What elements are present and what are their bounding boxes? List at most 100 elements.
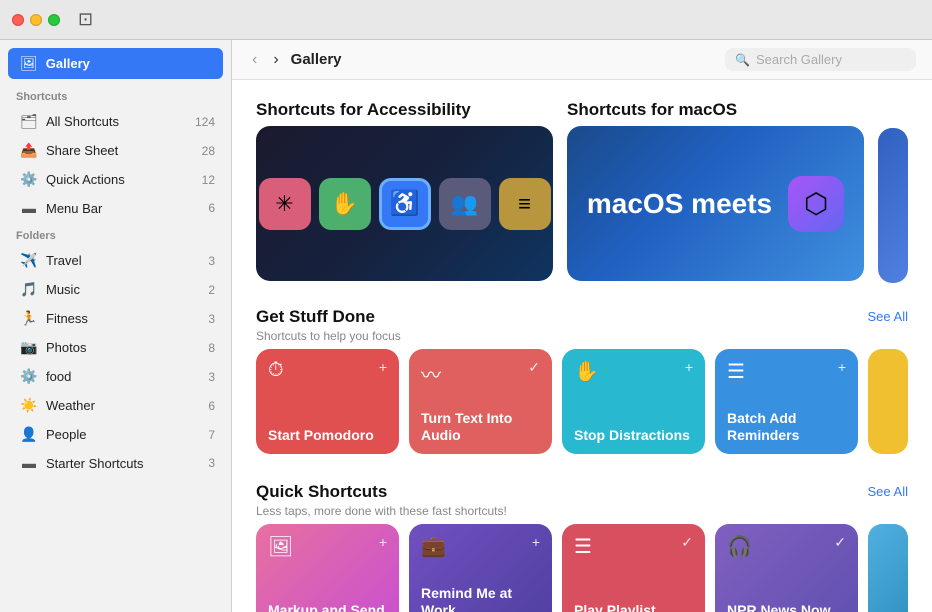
play-playlist-icon: ☰ [574, 534, 592, 559]
remind-work-title: Remind Me at Work [421, 585, 540, 612]
card-stop-distractions[interactable]: ✋ + Stop Distractions [562, 349, 705, 454]
weather-count: 6 [208, 399, 215, 413]
fitness-icon: 🏃 [20, 310, 38, 327]
get-stuff-done-see-all[interactable]: See All [868, 307, 908, 324]
accessibility-icons: ✳ ✋ ♿ 👥 ≡ [259, 178, 551, 230]
get-stuff-done-section: Get Stuff Done Shortcuts to help you foc… [256, 307, 908, 454]
sidebar-item-food[interactable]: ⚙️ food 3 [4, 363, 227, 390]
fitness-count: 3 [208, 312, 215, 326]
all-shortcuts-icon: 🗂 [20, 113, 38, 130]
npr-icon: 🎧 [727, 534, 752, 559]
photos-count: 8 [208, 341, 215, 355]
sidebar-item-music[interactable]: 🎵 Music 2 [4, 276, 227, 303]
card-top: 〰 ✓ [421, 359, 540, 388]
get-stuff-done-subtitle: Shortcuts to help you focus [256, 329, 401, 343]
card-top: 🖼 + [268, 534, 387, 559]
sidebar-item-photos[interactable]: 📷 Photos 8 [4, 334, 227, 361]
card-remind-me-at-work[interactable]: 💼 + Remind Me at Work [409, 524, 552, 612]
card-top: 🎧 ✓ [727, 534, 846, 559]
sidebar-item-people[interactable]: 👤 People 7 [4, 421, 227, 448]
photos-icon: 📷 [20, 339, 38, 356]
markup-action: + [379, 534, 387, 550]
acc-icon-gold: ≡ [499, 178, 551, 230]
menu-bar-icon: ▬ [20, 200, 38, 216]
quick-actions-icon: ⚙️ [20, 171, 38, 188]
menu-bar-count: 6 [208, 201, 215, 215]
pomodoro-icon: ⏱ [268, 359, 284, 382]
text-audio-icon: 〰 [421, 359, 441, 388]
quick-actions-count: 12 [202, 173, 215, 187]
accessibility-header: Shortcuts for Accessibility [256, 100, 553, 120]
sidebar-item-travel[interactable]: ✈️ Travel 3 [4, 247, 227, 274]
search-box: 🔍 [725, 48, 916, 71]
partial-card-right [868, 349, 908, 454]
starter-shortcuts-icon: ▬ [20, 455, 38, 471]
toolbar: ‹ › Gallery 🔍 [232, 40, 932, 80]
sidebar-toggle-icon[interactable]: ⊡ [78, 9, 93, 30]
travel-icon: ✈️ [20, 252, 38, 269]
app-body: 🖼 Gallery Shortcuts 🗂 All Shortcuts 124 … [0, 40, 932, 612]
macos-title: Shortcuts for macOS [567, 100, 737, 120]
folders-section-label: Folders [0, 222, 231, 246]
macos-meets-text: macOS meets [587, 188, 772, 220]
back-button[interactable]: ‹ [248, 49, 261, 71]
batch-reminders-action: + [838, 359, 846, 375]
card-top: ☰ + [727, 359, 846, 384]
menu-bar-label: Menu Bar [46, 201, 200, 216]
sidebar-item-gallery[interactable]: 🖼 Gallery [8, 48, 223, 79]
sidebar-item-share-sheet[interactable]: 📤 Share Sheet 28 [4, 137, 227, 164]
close-button[interactable] [12, 14, 24, 26]
macos-hero-card[interactable]: macOS meets ⬡ [567, 126, 864, 281]
page-title: Gallery [291, 51, 717, 68]
traffic-lights [12, 14, 60, 26]
acc-icon-green: ✋ [319, 178, 371, 230]
search-icon: 🔍 [735, 53, 750, 67]
all-shortcuts-label: All Shortcuts [46, 114, 187, 129]
text-audio-action: ✓ [528, 359, 540, 376]
card-top: ✋ + [574, 359, 693, 384]
weather-icon: ☀️ [20, 397, 38, 414]
card-batch-add-reminders[interactable]: ☰ + Batch Add Reminders [715, 349, 858, 454]
quick-shortcuts-subtitle: Less taps, more done with these fast sho… [256, 504, 507, 518]
sidebar-item-fitness[interactable]: 🏃 Fitness 3 [4, 305, 227, 332]
npr-title: NPR News Now [727, 602, 846, 612]
share-sheet-label: Share Sheet [46, 143, 194, 158]
sidebar-item-weather[interactable]: ☀️ Weather 6 [4, 392, 227, 419]
main-content: ‹ › Gallery 🔍 Shortcuts for Accessibilit… [232, 40, 932, 612]
accessibility-hero-card[interactable]: ✳ ✋ ♿ 👥 ≡ [256, 126, 553, 281]
fitness-label: Fitness [46, 311, 200, 326]
fullscreen-button[interactable] [48, 14, 60, 26]
shortcuts-section-label: Shortcuts [0, 83, 231, 107]
accessibility-title: Shortcuts for Accessibility [256, 100, 471, 120]
stop-distractions-title: Stop Distractions [574, 427, 693, 444]
minimize-button[interactable] [30, 14, 42, 26]
card-start-pomodoro[interactable]: ⏱ + Start Pomodoro [256, 349, 399, 454]
remind-work-icon: 💼 [421, 534, 446, 559]
gallery-content: Shortcuts for Accessibility ✳ ✋ ♿ 👥 ≡ [232, 80, 932, 612]
npr-action: ✓ [834, 534, 846, 551]
sidebar: 🖼 Gallery Shortcuts 🗂 All Shortcuts 124 … [0, 40, 232, 612]
get-stuff-done-header: Get Stuff Done Shortcuts to help you foc… [256, 307, 908, 343]
get-stuff-done-cards: ⏱ + Start Pomodoro 〰 ✓ Turn Text Into Au… [256, 349, 908, 454]
card-play-playlist[interactable]: ☰ ✓ Play Playlist [562, 524, 705, 612]
starter-shortcuts-count: 3 [208, 456, 215, 470]
search-input[interactable] [756, 52, 906, 67]
sidebar-item-all-shortcuts[interactable]: 🗂 All Shortcuts 124 [4, 108, 227, 135]
forward-button[interactable]: › [269, 49, 282, 71]
sidebar-item-starter-shortcuts[interactable]: ▬ Starter Shortcuts 3 [4, 450, 227, 476]
shortcuts-badge: ⬡ [788, 176, 844, 232]
card-npr-news-now[interactable]: 🎧 ✓ NPR News Now [715, 524, 858, 612]
card-turn-text-audio[interactable]: 〰 ✓ Turn Text Into Audio [409, 349, 552, 454]
card-top: ⏱ + [268, 359, 387, 382]
quick-shortcuts-see-all[interactable]: See All [868, 482, 908, 499]
hero-sections-row: Shortcuts for Accessibility ✳ ✋ ♿ 👥 ≡ [256, 100, 908, 283]
sidebar-item-menu-bar[interactable]: ▬ Menu Bar 6 [4, 195, 227, 221]
batch-reminders-title: Batch Add Reminders [727, 410, 846, 444]
markup-icon: 🖼 [268, 534, 293, 559]
sidebar-item-quick-actions[interactable]: ⚙️ Quick Actions 12 [4, 166, 227, 193]
stop-distractions-icon: ✋ [574, 359, 599, 384]
remind-work-action: + [532, 534, 540, 550]
card-markup-and-send[interactable]: 🖼 + Markup and Send [256, 524, 399, 612]
travel-label: Travel [46, 253, 200, 268]
quick-shortcuts-cards: 🖼 + Markup and Send 💼 + Remind Me at Wor… [256, 524, 908, 612]
